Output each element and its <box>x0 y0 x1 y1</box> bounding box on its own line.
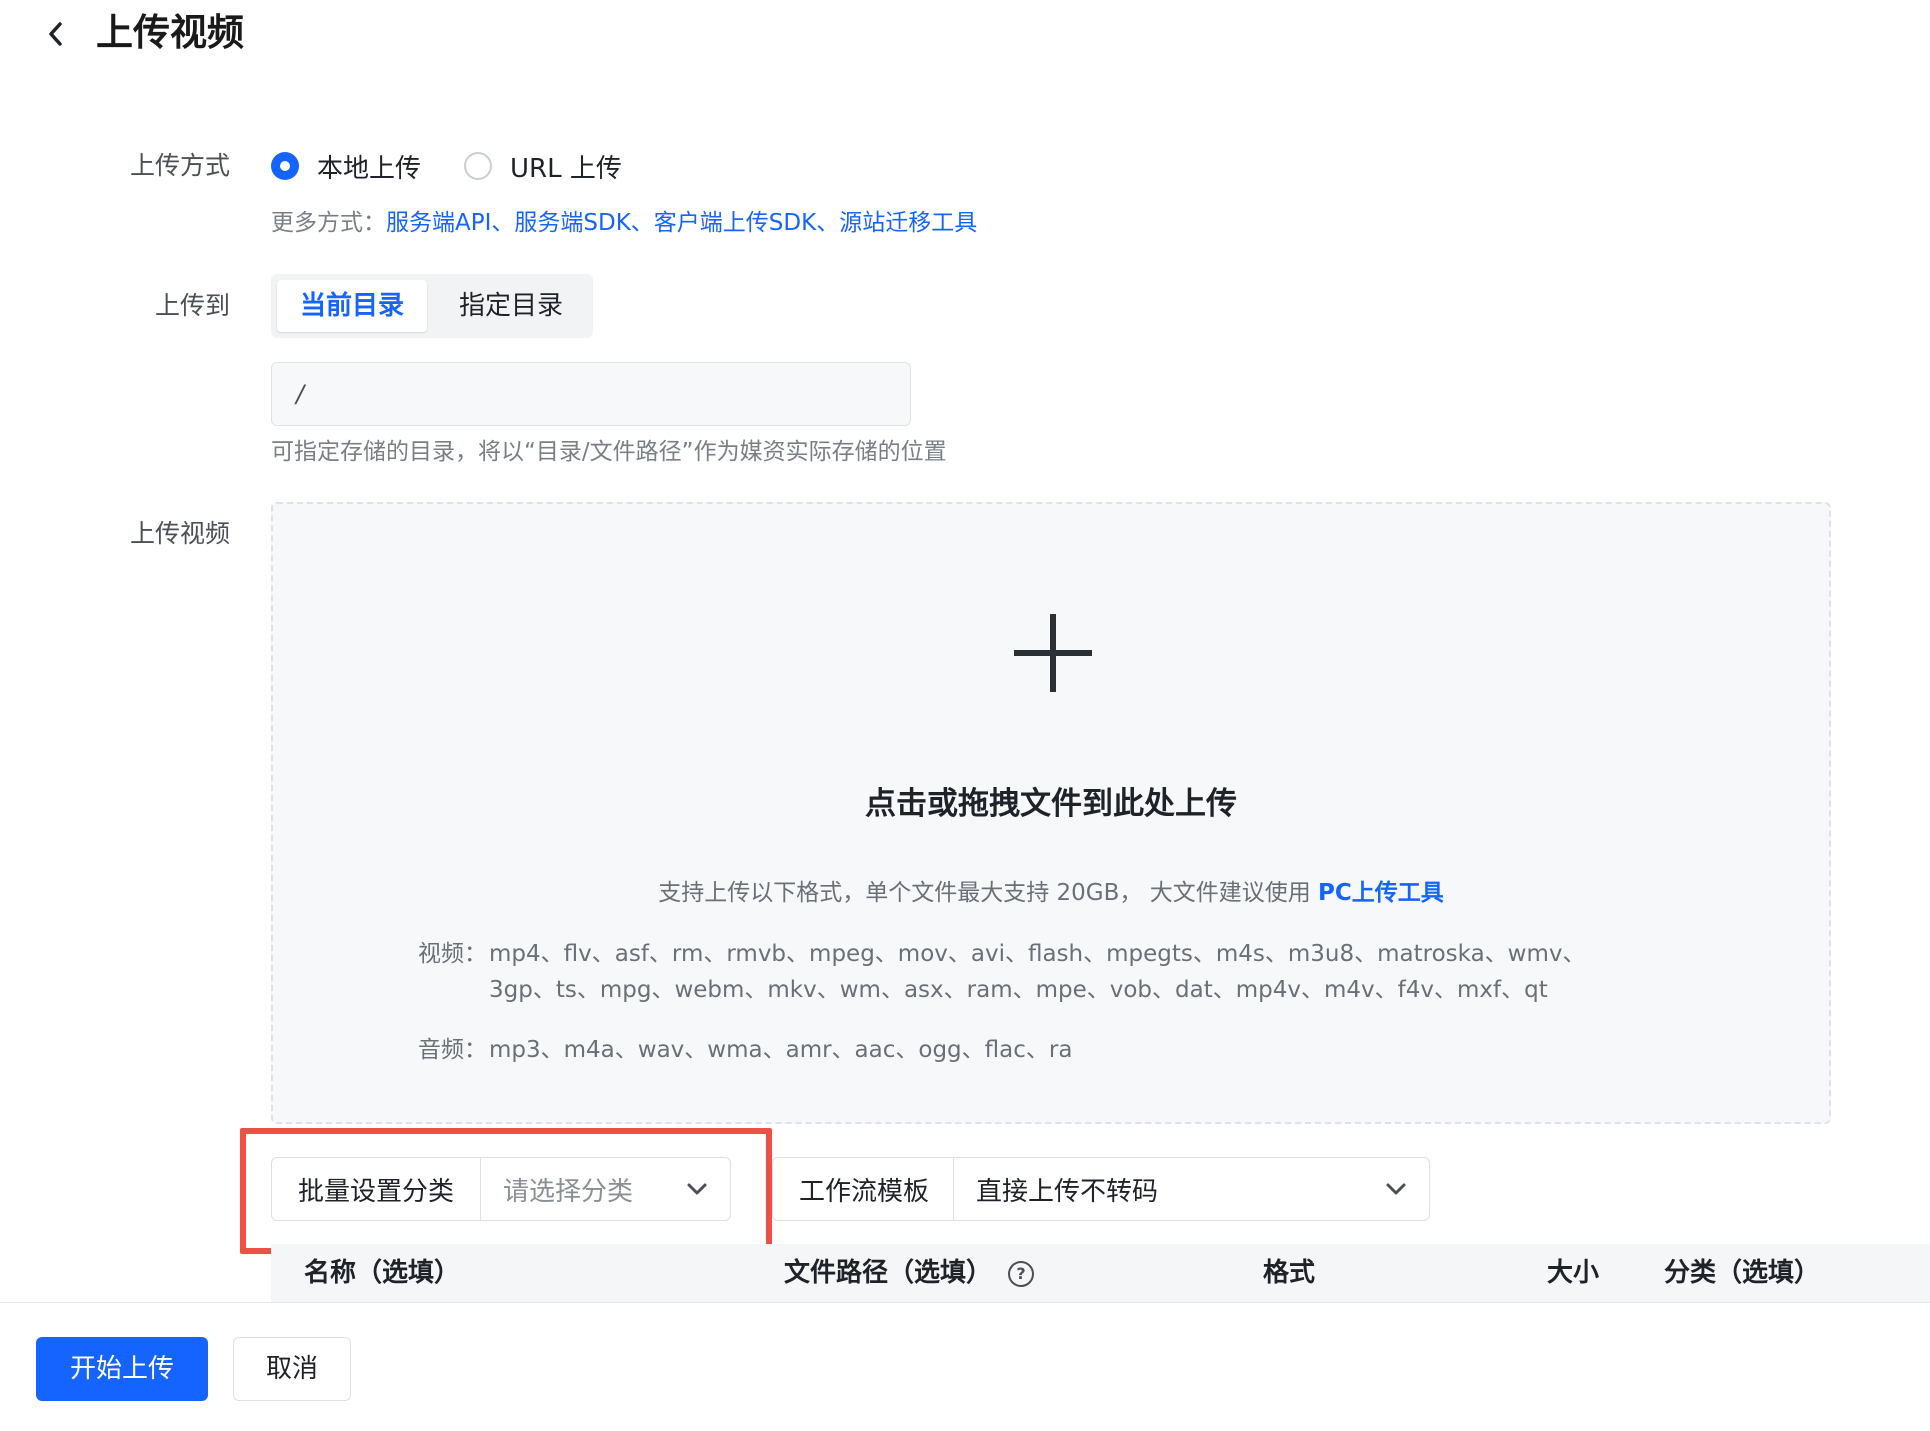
upload-to-segmented: 当前目录 指定目录 <box>271 274 593 338</box>
video-formats: mp4、flv、asf、rm、rmvb、mpeg、mov、avi、flash、m… <box>489 941 1586 1003</box>
more-methods: 更多方式：服务端API、服务端SDK、客户端上传SDK、源站迁移工具 <box>271 207 977 239</box>
radio-checked-icon <box>271 152 299 180</box>
audio-formats-label: 音频： <box>418 1037 487 1063</box>
column-category: 分类（选填） <box>1664 1258 1821 1288</box>
radio-unchecked-icon <box>464 152 492 180</box>
link-separator: 、 <box>630 210 654 236</box>
radio-url-upload[interactable]: URL 上传 <box>464 146 622 186</box>
upload-dropzone[interactable]: 点击或拖拽文件到此处上传 支持上传以下格式，单个文件最大支持 20GB， 大文件… <box>271 502 1831 1124</box>
column-file-path-label: 文件路径（选填） <box>784 1258 993 1288</box>
radio-local-upload-label: 本地上传 <box>317 153 422 184</box>
plus-icon <box>1014 614 1092 692</box>
more-methods-prefix: 更多方式： <box>271 210 386 236</box>
dropzone-title: 点击或拖拽文件到此处上传 <box>865 786 1237 822</box>
dropzone-support-text: 支持上传以下格式，单个文件最大支持 20GB， 大文件建议使用 PC上传工具 <box>273 876 1829 910</box>
support-text: 支持上传以下格式，单个文件最大支持 20GB， 大文件建议使用 <box>658 880 1319 906</box>
directory-path-input[interactable]: / <box>271 362 911 426</box>
link-migration-tool[interactable]: 源站迁移工具 <box>839 210 977 236</box>
back-icon[interactable] <box>40 14 70 54</box>
radio-url-upload-label: URL 上传 <box>510 153 622 184</box>
directory-hint: 可指定存储的目录，将以“目录/文件路径”作为媒资实际存储的位置 <box>271 439 947 465</box>
link-client-sdk[interactable]: 客户端上传SDK <box>654 210 816 236</box>
column-name: 名称（选填） <box>304 1258 461 1288</box>
link-separator: 、 <box>491 210 515 236</box>
help-icon[interactable]: ? <box>1008 1260 1035 1287</box>
workflow-template-prefix: 工作流模板 <box>773 1158 955 1220</box>
column-size: 大小 <box>1547 1258 1600 1288</box>
footer-bar: 开始上传 取消 <box>0 1302 1930 1431</box>
video-formats-label: 视频： <box>418 941 487 967</box>
cancel-button[interactable]: 取消 <box>233 1337 351 1401</box>
tab-current-directory[interactable]: 当前目录 <box>277 280 427 332</box>
upload-video-label: 上传视频 <box>129 519 230 548</box>
link-server-sdk[interactable]: 服务端SDK <box>514 210 630 236</box>
workflow-template-select: 工作流模板 直接上传不转码 <box>772 1157 1430 1221</box>
highlight-box <box>240 1128 772 1254</box>
audio-formats: mp3、m4a、wav、wma、amr、aac、ogg、flac、ra <box>489 1037 1073 1063</box>
link-server-api[interactable]: 服务端API <box>386 210 491 236</box>
page-title: 上传视频 <box>96 11 244 54</box>
link-separator: 、 <box>816 210 840 236</box>
file-table-header: 名称（选填） 文件路径（选填）? 格式 大小 分类（选填） <box>271 1244 1930 1302</box>
workflow-template-dropdown[interactable]: 直接上传不转码 <box>954 1158 1429 1220</box>
workflow-template-value: 直接上传不转码 <box>976 1176 1159 1207</box>
chevron-down-icon <box>1386 1183 1406 1195</box>
upload-method-label: 上传方式 <box>129 151 230 180</box>
column-file-path: 文件路径（选填）? <box>784 1244 1035 1302</box>
radio-local-upload[interactable]: 本地上传 <box>271 146 421 186</box>
start-upload-button[interactable]: 开始上传 <box>36 1337 208 1401</box>
upload-to-label: 上传到 <box>154 291 230 320</box>
tab-specified-directory[interactable]: 指定目录 <box>441 280 581 332</box>
pc-upload-tool-link[interactable]: PC上传工具 <box>1318 880 1444 906</box>
column-format: 格式 <box>1263 1258 1316 1288</box>
